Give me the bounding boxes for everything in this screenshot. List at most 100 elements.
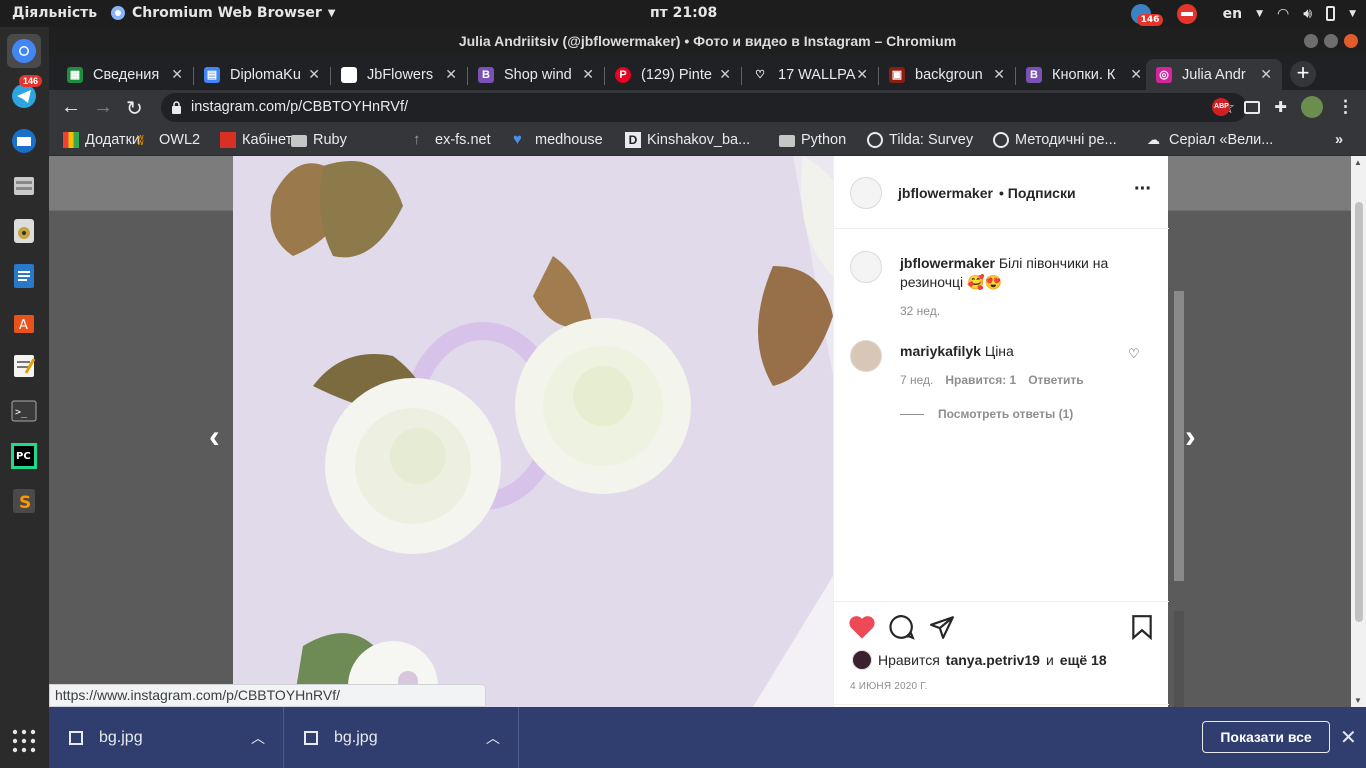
terminal-launcher[interactable]: >_ [7,394,41,428]
download-item[interactable]: bg.jpg ︿ [284,707,519,768]
tab[interactable]: ▣ backgroun ✕ [879,59,1015,90]
software-launcher[interactable]: A [7,304,41,338]
activities-button[interactable]: Діяльність [12,5,97,21]
view-replies[interactable]: Посмотреть ответы (1) [900,407,1073,421]
close-icon[interactable]: ✕ [582,66,594,83]
text-editor-launcher[interactable] [7,349,41,383]
back-arrow-icon[interactable]: ← [61,96,81,119]
follow-status[interactable]: • Подписки [999,185,1076,201]
app-menu[interactable]: Chromium Web Browser ▼ [110,5,335,21]
bookmark-medhouse[interactable]: ♥ medhouse [513,132,603,149]
bookmark-tilda[interactable]: Tilda: Survey [867,132,973,148]
post-photo[interactable] [233,156,833,707]
close-icon[interactable]: ✕ [993,66,1005,83]
forward-arrow-icon[interactable]: → [93,96,113,119]
close-icon[interactable]: ✕ [445,66,457,83]
likes-more[interactable]: ещё 18 [1060,652,1107,668]
close-icon[interactable]: ✕ [1130,66,1142,83]
tab[interactable]: P (129) Pinte ✕ [605,59,741,90]
close-icon[interactable]: ✕ [856,66,868,83]
battery-icon[interactable] [1326,6,1336,21]
chromium-launcher[interactable] [7,34,41,68]
rhythmbox-launcher[interactable] [7,214,41,248]
minimize-button[interactable] [1304,34,1318,48]
comment-author[interactable]: mariykafilyk [900,343,981,359]
wifi-icon[interactable]: ◠ [1277,6,1289,22]
comment-time[interactable]: 7 нед. [900,373,933,387]
scroll-up-icon[interactable]: ▲ [1354,158,1362,167]
tab-active[interactable]: ◎ Julia Andr ✕ [1146,59,1282,90]
more-options-icon[interactable]: ··· [1134,178,1152,201]
avatar[interactable] [850,177,882,209]
profile-avatar[interactable] [1301,96,1323,118]
window-titlebar[interactable]: Julia Andriitsiv (@jbflowermaker) • Фото… [49,27,1366,55]
sublime-launcher[interactable]: S [7,484,41,518]
tab[interactable]: B Shop wind ✕ [468,59,604,90]
files-launcher[interactable] [7,169,41,203]
writer-launcher[interactable] [7,259,41,293]
post-author[interactable]: jbflowermaker [898,185,993,201]
bookmark-cabinet[interactable]: Кабінет [220,132,292,148]
avatar[interactable] [850,340,882,372]
maximize-button[interactable] [1324,34,1338,48]
bookmark-exfs[interactable]: ↑ ex-fs.net [413,132,491,149]
bookmark-serial[interactable]: ☁ Серіал «Вели... [1147,132,1273,148]
thunderbird-launcher[interactable] [7,124,41,158]
keyboard-layout[interactable]: en [1223,6,1242,22]
bookmark-apps[interactable]: Додатки [63,132,140,148]
reply-button[interactable]: Ответить [1028,373,1083,387]
heart-icon[interactable]: ♡ [1128,346,1140,362]
pycharm-launcher[interactable]: PC [7,439,41,473]
tab[interactable]: ▤ DiplomaKu ✕ [194,59,330,90]
close-icon[interactable]: ✕ [719,66,731,83]
page-scrollbar[interactable]: ▲ ▼ [1351,156,1366,707]
close-icon[interactable]: ✕ [1260,66,1272,83]
bookmark-owl2[interactable]: ʬ OWL2 [137,132,200,148]
mail-notify-icon[interactable]: 146 [1130,3,1164,26]
telegram-launcher[interactable]: 146 [7,75,43,113]
tab[interactable]: ▦ Сведения ✕ [57,59,193,90]
do-not-disturb-icon[interactable] [1176,3,1197,24]
comment-likes[interactable]: Нравится: 1 [945,373,1016,387]
caption-author[interactable]: jbflowermaker [900,255,995,271]
scrollbar-thumb[interactable] [1355,202,1363,622]
bookmark-folder-python[interactable]: Python [779,132,846,148]
show-applications-icon[interactable] [11,728,37,754]
tab[interactable]: ♡ 17 WALLPA ✕ [742,59,878,90]
clock[interactable]: пт 21:08 [650,5,717,21]
reload-icon[interactable]: ↻ [126,96,143,121]
download-item[interactable]: bg.jpg ︿ [49,707,284,768]
tab[interactable]: B Кнопки. К ✕ [1016,59,1152,90]
menu-kebab-icon[interactable]: ⋮ [1337,97,1354,117]
avatar[interactable] [850,251,882,283]
puzzle-icon[interactable]: ✚ [1274,98,1287,116]
picture-in-picture-icon[interactable] [1244,100,1261,114]
more-bookmarks-icon[interactable]: » [1335,132,1343,148]
comment-icon[interactable] [889,614,915,640]
bookmark-icon[interactable] [1130,614,1154,640]
tab[interactable]: JbFlowers ✕ [331,59,467,90]
close-icon[interactable]: ✕ [308,66,320,83]
close-icon[interactable]: ✕ [171,66,183,83]
close-window-button[interactable] [1344,34,1358,48]
bookmark-metodychni[interactable]: Методичні ре... [993,132,1117,148]
volume-icon[interactable]: 🔊︎ [1303,6,1312,22]
next-arrow-icon[interactable]: › [1185,418,1196,455]
adblock-icon[interactable]: ABP [1212,98,1231,116]
share-icon[interactable] [929,614,955,640]
new-tab-button[interactable]: + [1290,61,1316,87]
close-icon[interactable]: ✕ [1340,725,1357,750]
caption-time[interactable]: 32 нед. [900,304,940,318]
post-date[interactable]: 4 ИЮНЯ 2020 Г. [850,681,928,692]
scroll-down-icon[interactable]: ▼ [1354,696,1362,705]
heart-filled-icon[interactable] [848,614,876,640]
show-all-button[interactable]: Показати все [1202,721,1330,753]
chevron-up-icon[interactable]: ︿ [486,728,500,748]
avatar[interactable] [852,650,872,670]
bookmark-folder-ruby[interactable]: Ruby [291,132,347,148]
bookmark-kinshakov[interactable]: D Kinshakov_ba... [625,132,750,148]
likes-user[interactable]: tanya.petriv19 [946,652,1040,668]
chevron-up-icon[interactable]: ︿ [251,728,265,748]
previous-arrow-icon[interactable]: ‹ [209,418,220,455]
address-bar[interactable]: instagram.com/p/CBBTOYHnRVf/ ☆ [161,93,1247,122]
